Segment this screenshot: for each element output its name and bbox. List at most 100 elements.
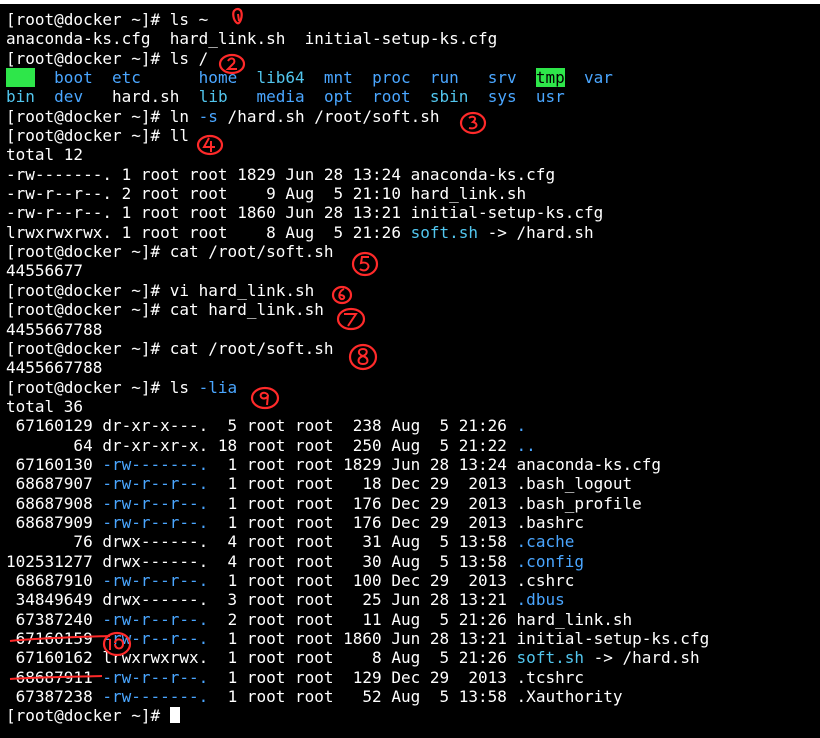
terminal-text: 1 root root 1829 Jun 28 13:24 anaconda-k… — [208, 454, 662, 474]
terminal-line: 102531277 drwx------. 4 root root 30 Aug… — [6, 552, 709, 571]
terminal-text: media — [256, 87, 305, 107]
terminal-line: bin dev hard.sh lib media opt root sbin … — [6, 87, 709, 106]
terminal-line: total 36 — [6, 397, 709, 416]
terminal-line: 76 drwx------. 4 root root 31 Aug 5 13:5… — [6, 532, 709, 551]
terminal-text: hard.sh — [111, 87, 180, 107]
terminal-line: [root@docker ~]# cat /root/soft.sh — [6, 242, 709, 261]
terminal-text: -s — [198, 106, 218, 126]
terminal-text: root — [372, 87, 411, 107]
terminal-text: soft.sh — [516, 648, 584, 668]
terminal-text: lib64 — [256, 68, 305, 88]
terminal-text: usr — [535, 87, 565, 107]
terminal-text: var — [584, 68, 613, 88]
terminal-text: /hard.sh /root/soft.sh — [217, 106, 440, 126]
terminal-line: 64 dr-xr-xr-x. 18 root root 250 Aug 5 21… — [6, 436, 709, 455]
terminal-text: dev — [54, 87, 84, 107]
terminal-line: 67160162 lrwxrwxrwx. 1 root root 8 Aug 5… — [6, 648, 709, 667]
terminal-text: home — [198, 68, 238, 88]
terminal-line: 68687908 -rw-r--r--. 1 root root 176 Dec… — [6, 494, 709, 513]
terminal-text: 1 root root 18 Dec 29 2013 .bash_logout — [208, 474, 633, 494]
terminal-text: proc — [372, 68, 411, 88]
terminal-text: etc — [111, 68, 141, 88]
terminal-text: [root@docker ~]# ls ~ — [6, 10, 209, 29]
terminal-text: .config — [516, 551, 584, 571]
terminal-text: 67160129 dr-xr-x---. 5 root root 238 Aug… — [6, 416, 517, 436]
terminal-text: -rw-------. 1 root root 1829 Jun 28 13:2… — [6, 164, 556, 184]
terminal-text: 34849649 drwx------. 3 root root 25 Jun … — [6, 590, 517, 610]
terminal-line: 68687911 -rw-r--r--. 1 root root 129 Dec… — [6, 668, 709, 687]
terminal-text: -rw-r--r--. 1 root root 1860 Jun 28 13:2… — [6, 203, 604, 223]
terminal-text: [root@docker ~]# cat /root/soft.sh — [6, 242, 334, 262]
terminal-text: [root@docker ~]# cat hard_link.sh — [6, 300, 324, 320]
terminal-output: [root@docker ~]# ls ~ anaconda-ks.cfg har… — [6, 10, 709, 726]
terminal-text: 1 root root 129 Dec 29 2013 .tcshrc — [208, 667, 584, 687]
terminal-line: 68687910 -rw-r--r--. 1 root root 100 Dec… — [6, 571, 709, 590]
terminal-text: 68687910 — [6, 570, 103, 590]
terminal-text: 4455667788 — [6, 319, 103, 339]
terminal-line: [root@docker ~]# vi hard_link.sh — [6, 281, 709, 300]
terminal-text: 68687909 — [6, 512, 103, 532]
terminal-line: 4455667788 — [6, 320, 709, 339]
terminal-text: -rw-r--r--. — [102, 667, 209, 687]
terminal-text: [root@docker ~]# vi hard_link.sh — [6, 280, 315, 300]
terminal-text: bin — [6, 87, 35, 107]
terminal-text: srv — [487, 68, 517, 88]
terminal-line: [root@docker ~]# — [6, 706, 709, 725]
terminal-text: 64 dr-xr-xr-x. 18 root root 250 Aug 5 21… — [6, 435, 517, 455]
terminal-text: -rw-r--r--. — [102, 629, 209, 648]
terminal-text: tmp — [535, 68, 565, 88]
terminal-text: . — [516, 416, 527, 436]
terminal-text: 1 root root 1860 Jun 28 13:21 initial-se… — [208, 629, 710, 648]
terminal-text: -rw-r--r--. — [102, 493, 209, 513]
terminal-text: 1 root root 52 Aug 5 13:58 .Xauthority — [208, 687, 623, 707]
terminal-text: opt — [323, 87, 353, 107]
terminal-line: anaconda-ks.cfg hard_link.sh initial-set… — [6, 29, 709, 48]
terminal-line: [root@docker ~]# ls -lia — [6, 378, 709, 397]
terminal-text: -rw-------. — [102, 454, 209, 474]
terminal-text: [root@docker ~]# ll — [6, 126, 190, 146]
terminal-text: total 12 — [6, 145, 84, 165]
terminal-text: mnt — [323, 68, 353, 88]
terminal-line: [root@docker ~]# cat hard_link.sh — [6, 300, 709, 319]
terminal-line: 4455667788 — [6, 358, 709, 377]
terminal-line: 67160159 -rw-r--r--. 1 root root 1860 Ju… — [6, 629, 710, 648]
terminal-cursor — [169, 707, 180, 724]
terminal-text: -rw-r--r--. — [102, 512, 209, 532]
terminal-line: [root@docker ~]# ls / — [6, 49, 709, 68]
terminal-line: 67387240 -rw-r--r--. 2 root root 11 Aug … — [6, 610, 709, 629]
terminal-text: -rw-r--r--. — [102, 474, 209, 494]
terminal-text: [root@docker ~]# ls — [6, 377, 199, 397]
terminal-line: -rw-------. 1 root root 1829 Jun 28 13:2… — [6, 165, 709, 184]
terminal-text: soft.sh — [410, 222, 479, 242]
terminal-text: -> /hard.sh — [478, 222, 594, 242]
terminal-text: run — [429, 68, 459, 88]
terminal-text: 68687908 — [6, 493, 103, 513]
terminal-line: 67160129 dr-xr-x---. 5 root root 238 Aug… — [6, 416, 709, 435]
terminal-line: [root@docker ~]# ln -s /hard.sh /root/so… — [6, 107, 709, 126]
terminal-line: 34849649 drwx------. 3 root root 25 Jun … — [6, 590, 709, 609]
terminal-line: lrwxrwxrwx. 1 root root 8 Aug 5 21:26 so… — [6, 223, 709, 242]
terminal-text: 67387238 — [6, 687, 103, 707]
terminal-text: 76 drwx------. 4 root root 31 Aug 5 13:5… — [6, 532, 517, 552]
terminal-text: [root@docker ~]# cat /root/soft.sh — [6, 338, 334, 358]
terminal-line: [root@docker ~]# cat /root/soft.sh — [6, 339, 709, 358]
terminal-text: -lia — [198, 377, 238, 397]
terminal-window[interactable]: [root@docker ~]# ls ~ anaconda-ks.cfg har… — [0, 0, 820, 738]
terminal-text: .cache — [516, 532, 575, 552]
terminal-text: 44556677 — [6, 261, 84, 281]
terminal-text: sys — [487, 87, 517, 107]
